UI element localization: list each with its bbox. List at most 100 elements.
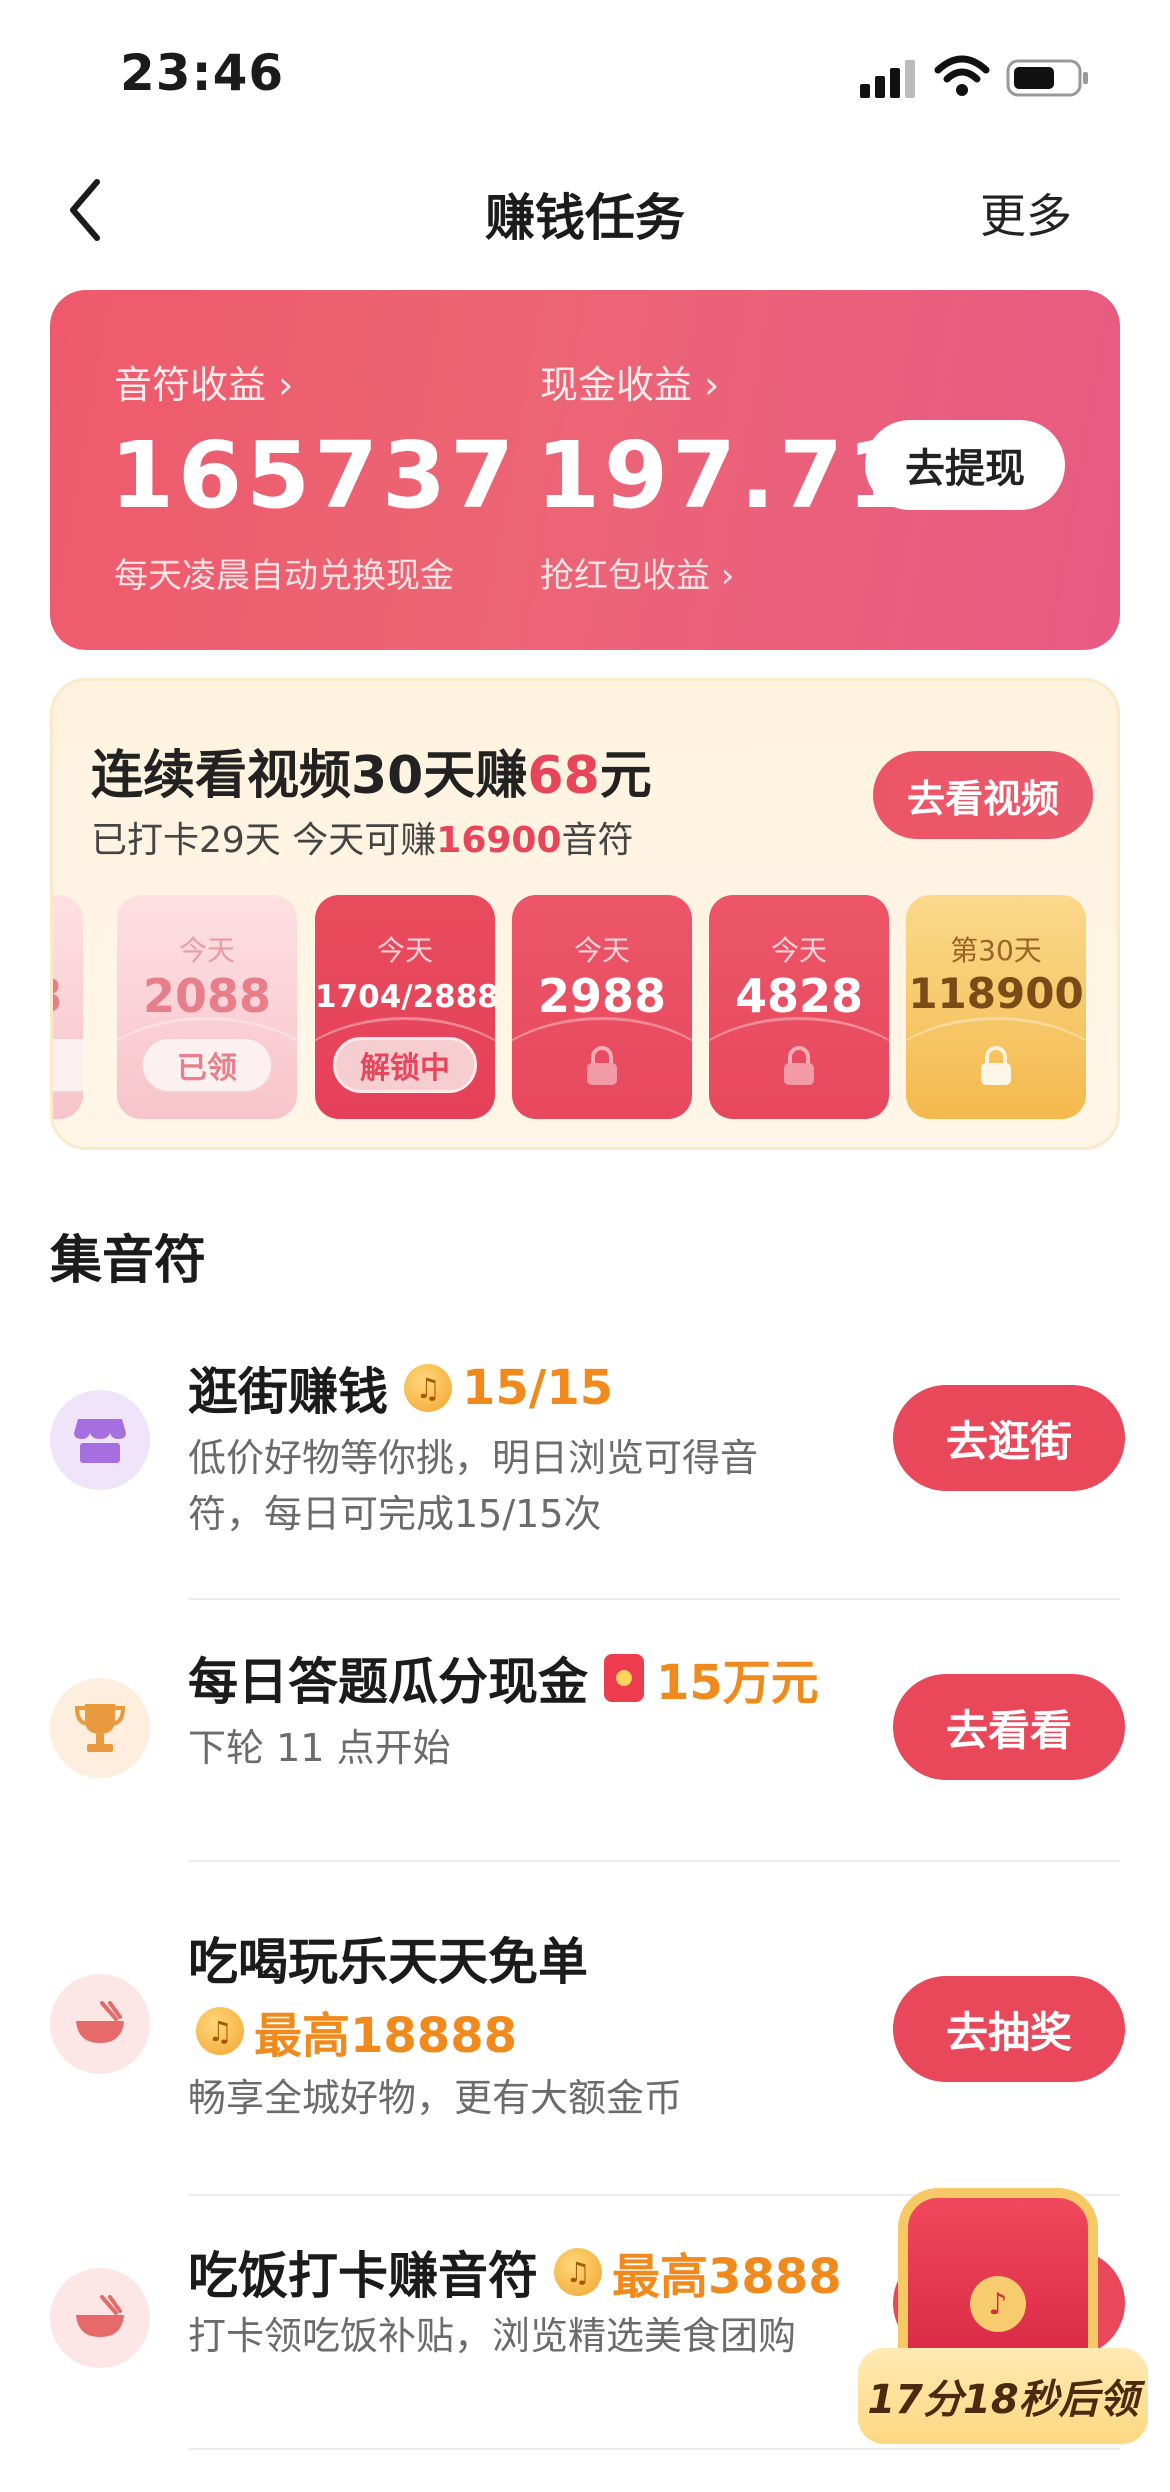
task-title: 每日答题瓜分现金 15万元 — [188, 1642, 819, 1714]
task-reward-value: 15/15 — [462, 1360, 614, 1416]
task-desc-line: 畅享全城好物，更有大额金币 — [188, 2076, 683, 2120]
lock-icon — [784, 1046, 814, 1085]
go-lottery-button[interactable]: 去抽奖 — [893, 1976, 1125, 2082]
day-label: 今天 — [376, 934, 433, 967]
bowl-icon — [50, 1974, 150, 2074]
checkin-sub-suffix: 音符 — [561, 820, 634, 861]
task-description: 低价好物等你挑，明日浏览可得音 符，每日可完成15/15次 — [188, 1430, 758, 1542]
day-label: 今天 — [573, 934, 630, 967]
task-description: 打卡领吃饭补贴，浏览精选美食团购 — [188, 2308, 796, 2364]
task-desc-line: 符，每日可完成15/15次 — [188, 1492, 602, 1536]
trophy-icon — [50, 1678, 150, 1778]
status-bar: 23:46 — [0, 0, 1170, 150]
day-card[interactable]: 今天 4828 — [709, 895, 889, 1119]
checkin-sub-amount: 16900 — [436, 820, 562, 861]
task-reward: ♫ 最高3888 — [554, 2237, 842, 2307]
page-title: 赚钱任务 — [485, 189, 685, 247]
wifi-icon — [934, 55, 990, 96]
task-reward: 15万元 — [604, 1643, 819, 1713]
bowl-icon — [50, 2268, 150, 2368]
bowl-glyph-icon — [76, 2001, 124, 2043]
checkin-subtitle: 已打卡29天 今天可赚16900音符 — [91, 811, 634, 863]
cellular-signal-icon — [860, 60, 915, 98]
checkin-days-row[interactable]: 3 今天 2088 已领 今天 1704/2888 解锁中 今天 2988 — [53, 895, 1117, 1119]
task-reward: ♫ 15/15 — [404, 1360, 613, 1416]
floating-treasure-chest[interactable]: ♪ 17分18秒后领 — [858, 2188, 1148, 2458]
withdraw-button[interactable]: 去提现 — [865, 420, 1065, 510]
task-reward-value: 最高18888 — [254, 2008, 517, 2064]
task-title: 吃饭打卡赚音符 ♫ 最高3888 — [188, 2236, 842, 2308]
day-label: 今天 — [770, 934, 827, 967]
go-shopping-button[interactable]: 去逛街 — [893, 1385, 1125, 1491]
divider — [188, 1860, 1120, 1862]
day-pill — [53, 1037, 83, 1093]
cash-earnings-label: 现金收益 — [540, 363, 693, 407]
day-value: 2988 — [537, 969, 667, 1023]
note-earnings-value: 165737 — [110, 422, 519, 529]
section-title: 集音符 — [50, 1231, 207, 1291]
day-progress-value: 1704/2888 — [315, 979, 495, 1015]
cash-earnings-link[interactable]: 现金收益 › — [540, 354, 719, 409]
divider — [188, 1598, 1120, 1600]
lock-icon — [587, 1046, 617, 1085]
note-earnings-link[interactable]: 音符收益 › — [114, 354, 293, 409]
status-time: 23:46 — [120, 44, 285, 102]
bowl-glyph-icon — [76, 2295, 124, 2337]
more-button[interactable]: 更多 — [980, 180, 1072, 246]
shop-glyph-icon — [74, 1419, 126, 1463]
day-value: 118900 — [908, 969, 1084, 1018]
day-card-partial: 3 — [53, 895, 83, 1119]
cash-earnings-value: 197.71 — [536, 422, 916, 529]
task-reward-value: 15万元 — [656, 1655, 819, 1711]
day-card[interactable]: 今天 2988 — [512, 895, 692, 1119]
task-title-text: 吃饭打卡赚音符 — [188, 2247, 538, 2305]
day-label: 第30天 — [950, 934, 1042, 967]
chevron-right-icon: › — [704, 363, 720, 407]
task-description: 下轮 11 点开始 — [188, 1720, 451, 1776]
day-value: 3 — [53, 969, 83, 1023]
trophy-glyph-icon — [74, 1704, 126, 1752]
task-description: 畅享全城好物，更有大额金币 — [188, 2070, 682, 2126]
earnings-card: 音符收益 › 165737 每天凌晨自动兑换现金 现金收益 › 197.71 抢… — [50, 290, 1120, 650]
task-title-text: 每日答题瓜分现金 — [188, 1653, 588, 1711]
chevron-right-icon: › — [278, 363, 294, 407]
battery-icon — [1006, 59, 1088, 97]
chevron-left-icon — [70, 179, 100, 241]
checkin-title: 连续看视频30天赚68元 — [91, 733, 652, 808]
note-exchange-hint: 每天凌晨自动兑换现金 — [114, 556, 454, 596]
day-value: 4828 — [734, 969, 864, 1023]
music-note-coin-icon: ♫ — [404, 1364, 452, 1412]
task-title-text: 逛街赚钱 — [188, 1363, 388, 1421]
checkin-title-suffix: 元 — [599, 746, 652, 806]
music-note-coin-icon: ♫ — [554, 2248, 602, 2296]
day-value: 2088 — [142, 969, 272, 1023]
go-look-button[interactable]: 去看看 — [893, 1674, 1125, 1780]
task-title: 逛街赚钱 ♫ 15/15 — [188, 1352, 613, 1424]
shop-icon — [50, 1390, 150, 1490]
music-note-coin-icon: ♫ — [196, 2007, 244, 2055]
checkin-title-prefix: 连续看视频30天赚 — [91, 746, 528, 806]
day-card-current[interactable]: 今天 1704/2888 解锁中 — [315, 895, 495, 1119]
tiktok-logo-icon: ♪ — [970, 2276, 1026, 2332]
task-reward-value: 最高3888 — [612, 2249, 842, 2305]
task-desc-line: 下轮 11 点开始 — [188, 1726, 451, 1770]
chest-countdown: 17分18秒后领 — [858, 2348, 1148, 2444]
task-title: 吃喝玩乐天天免单 — [188, 1933, 588, 1991]
day-label: 今天 — [178, 934, 235, 967]
task-desc-line: 低价好物等你挑，明日浏览可得音 — [188, 1436, 759, 1480]
unlocking-badge: 解锁中 — [333, 1037, 477, 1093]
claimed-badge: 已领 — [141, 1037, 273, 1093]
task-desc-line: 打卡领吃饭补贴，浏览精选美食团购 — [188, 2314, 797, 2358]
watch-video-button[interactable]: 去看视频 — [873, 751, 1093, 839]
day-card-final[interactable]: 第30天 118900 — [906, 895, 1086, 1119]
checkin-card: 连续看视频30天赚68元 已打卡29天 今天可赚16900音符 去看视频 3 今… — [50, 678, 1120, 1150]
red-packet-earnings-label: 抢红包收益 — [540, 556, 710, 596]
checkin-title-amount: 68 — [527, 746, 600, 806]
day-card[interactable]: 今天 2088 已领 — [117, 895, 297, 1119]
back-button[interactable] — [50, 170, 120, 250]
lock-icon — [981, 1046, 1011, 1085]
red-packet-earnings-link[interactable]: 抢红包收益 › — [540, 548, 734, 597]
checkin-sub-prefix: 已打卡29天 今天可赚 — [91, 820, 437, 861]
red-packet-icon — [604, 1654, 644, 1702]
note-earnings-label: 音符收益 — [114, 363, 267, 407]
